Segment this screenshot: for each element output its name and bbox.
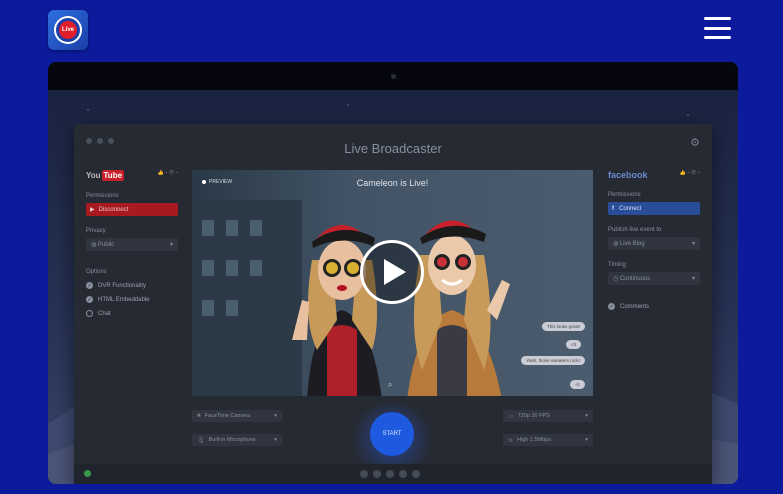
app-title: Live Broadcaster: [344, 141, 442, 156]
camera-dot: [391, 74, 396, 79]
option-html-embeddable[interactable]: ✓ HTML Embeddable: [86, 296, 178, 303]
check-icon: ✓: [86, 282, 93, 289]
globe-icon: ◍: [613, 241, 619, 247]
app-dot[interactable]: [412, 470, 420, 478]
app-logo[interactable]: Live: [48, 10, 88, 50]
logo-text: Live: [59, 21, 77, 39]
stats-icons: 👍 ▪ 👁 ▪: [679, 170, 700, 176]
options-label: Options: [86, 269, 107, 275]
comment-bubble: <3: [565, 340, 581, 349]
youtube-play-icon: ▶: [90, 207, 95, 213]
microphone-icon: 🎙: [197, 437, 205, 444]
globe-icon: ◍: [91, 242, 97, 248]
broadcaster-window: Live Broadcaster ⚙ You Tube 👍 ▪ 👁 ▪ Permi…: [74, 124, 712, 484]
chevron-down-icon: ▾: [691, 276, 695, 282]
timing-select[interactable]: ◷ Continuous ▾: [608, 272, 700, 285]
app-dot[interactable]: [360, 470, 368, 478]
check-icon: ✓: [608, 303, 615, 310]
background-building: [192, 200, 302, 396]
comment-bubble: Yeah, those sweaters rock!: [521, 356, 585, 365]
play-button[interactable]: [360, 240, 424, 304]
chevron-down-icon: ▾: [585, 437, 588, 443]
chevron-down-icon: ▾: [169, 242, 173, 248]
start-button[interactable]: START: [370, 412, 414, 456]
camera-select[interactable]: ■ FaceTime Camera ▾: [192, 410, 282, 422]
option-comments[interactable]: ✓ Comments: [608, 303, 700, 310]
chevron-down-icon: ▾: [274, 413, 277, 419]
stream-controls: ■ FaceTime Camera ▾ 🎙 Built-in Microphon…: [192, 404, 593, 474]
zoom-icon[interactable]: ⌕: [388, 380, 392, 390]
hamburger-icon[interactable]: [704, 17, 731, 39]
youtube-permissions-label: Permissions: [86, 193, 119, 199]
chevron-down-icon: ▾: [585, 413, 588, 419]
resolution-select[interactable]: ▭ 720p 30 FPS ▾: [503, 410, 593, 422]
facebook-permissions-label: Permissions: [608, 192, 641, 198]
option-chat[interactable]: Chat: [86, 310, 178, 317]
app-switcher: [360, 470, 420, 478]
video-caption: Cameleon is Live!: [356, 178, 429, 188]
disconnect-button[interactable]: ▶ Disconnect: [86, 203, 178, 216]
wifi-icon: ≋: [508, 437, 514, 444]
app-dot[interactable]: [373, 470, 381, 478]
chevron-down-icon: ▾: [274, 437, 277, 443]
bitrate-select[interactable]: ≋ High 1.5Mbps ▾: [503, 434, 593, 446]
facebook-f-icon: f: [612, 205, 614, 212]
privacy-select[interactable]: ◍ Public ▾: [86, 238, 178, 251]
youtube-panel: You Tube 👍 ▪ 👁 ▪ Permissions ▶ Disconnect…: [86, 170, 178, 317]
comment-bubble: This looks great!: [541, 322, 585, 331]
app-dot[interactable]: [386, 470, 394, 478]
video-camera-icon: ■: [197, 413, 201, 419]
gear-icon[interactable]: ⚙: [690, 136, 700, 149]
unchecked-icon: [86, 310, 93, 317]
timing-label: Timing: [608, 262, 626, 268]
chevron-down-icon: ▾: [691, 241, 695, 247]
status-indicator: [84, 470, 91, 477]
privacy-label: Privacy: [86, 228, 106, 234]
facebook-panel: facebook 👍 ▪ 👁 ▪ Permissions f Connect P…: [608, 170, 700, 310]
app-dot[interactable]: [399, 470, 407, 478]
device-frame: Live Broadcaster ⚙ You Tube 👍 ▪ 👁 ▪ Permi…: [48, 62, 738, 484]
stats-icons: 👍 ▪ 👁 ▪: [157, 170, 178, 176]
video-preview: PREVIEW Cameleon is Live! This looks gre…: [192, 170, 593, 396]
publish-label: Publish live event to: [608, 227, 662, 233]
status-bar: [74, 464, 712, 484]
device-screen: Live Broadcaster ⚙ You Tube 👍 ▪ 👁 ▪ Permi…: [48, 90, 738, 484]
publish-select[interactable]: ◍ Live Blog ▾: [608, 237, 700, 250]
clock-icon: ◷: [613, 276, 619, 282]
monitor-icon: ▭: [508, 413, 514, 420]
check-icon: ✓: [86, 296, 93, 303]
play-icon: [384, 259, 406, 285]
device-bezel: [48, 62, 738, 90]
comment-bubble: +1: [569, 380, 585, 389]
connect-button[interactable]: f Connect: [608, 202, 700, 215]
microphone-select[interactable]: 🎙 Built-in Microphone ▾: [192, 434, 282, 446]
option-dvr[interactable]: ✓ DVR Functionality: [86, 282, 178, 289]
